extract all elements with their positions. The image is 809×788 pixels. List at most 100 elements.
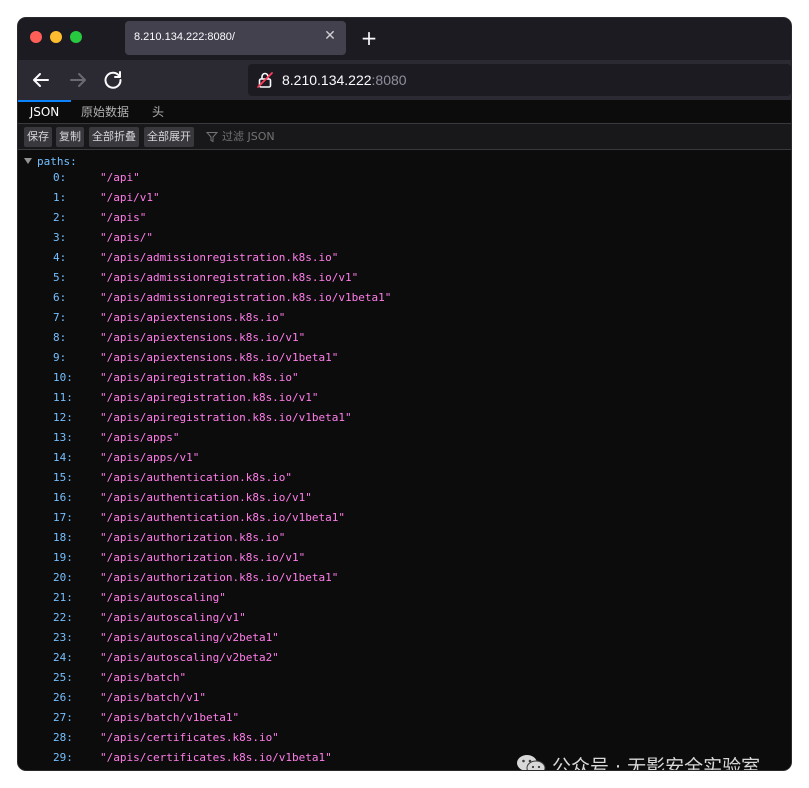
insecure-lock-icon[interactable]: [256, 71, 274, 89]
json-array-item[interactable]: 23: "/apis/autoscaling/v2beta1": [18, 628, 791, 648]
array-index: 0:: [53, 171, 67, 184]
json-array-item[interactable]: 20: "/apis/authorization.k8s.io/v1beta1": [18, 568, 791, 588]
json-array-item[interactable]: 21: "/apis/autoscaling": [18, 588, 791, 608]
plus-icon[interactable]: +: [358, 27, 380, 49]
watermark-text: 公众号 · 无影安全实验室: [552, 756, 761, 770]
array-index: 15:: [53, 471, 73, 484]
back-arrow-icon[interactable]: [29, 68, 53, 92]
json-array-item[interactable]: 16: "/apis/authentication.k8s.io/v1": [18, 488, 791, 508]
array-index: 8:: [53, 331, 67, 344]
json-array-item[interactable]: 5: "/apis/admissionregistration.k8s.io/v1…: [18, 268, 791, 288]
json-tree: paths: 0: "/api" 1: "/api/v1" 2: "/apis" 3: "/a…: [18, 150, 791, 770]
expand-all-button[interactable]: 全部展开: [144, 127, 194, 147]
tab-headers[interactable]: 头: [152, 100, 164, 124]
json-array-item[interactable]: 1: "/api/v1": [18, 188, 791, 208]
json-array-item[interactable]: 25: "/apis/batch": [18, 668, 791, 688]
json-array-item[interactable]: 9: "/apis/apiextensions.k8s.io/v1beta1": [18, 348, 791, 368]
string-value: "/apis/authorization.k8s.io/v1beta1": [100, 571, 339, 584]
json-array-item[interactable]: 26: "/apis/batch/v1": [18, 688, 791, 708]
url-host: 8.210.134.222: [282, 72, 372, 88]
array-index: 3:: [53, 231, 67, 244]
tab-bar: 8.210.134.222:8080/ ✕ +: [18, 18, 791, 60]
array-index: 23:: [53, 631, 73, 644]
json-array-item[interactable]: 11: "/apis/apiregistration.k8s.io/v1": [18, 388, 791, 408]
tab-json[interactable]: JSON: [18, 100, 71, 124]
json-array-item[interactable]: 13: "/apis/apps": [18, 428, 791, 448]
filter-placeholder: 过滤 JSON: [222, 130, 275, 143]
array-index: 29:: [53, 751, 73, 764]
filter-json-input[interactable]: 过滤 JSON: [206, 127, 406, 147]
json-array-item[interactable]: 6: "/apis/admissionregistration.k8s.io/v1…: [18, 288, 791, 308]
array-index: 12:: [53, 411, 73, 424]
string-value: "/apis/autoscaling": [100, 591, 226, 604]
array-index: 9:: [53, 351, 67, 364]
close-window-button[interactable]: [30, 31, 42, 43]
json-array-item[interactable]: 0: "/api": [18, 168, 791, 188]
json-array-item[interactable]: 24: "/apis/autoscaling/v2beta2": [18, 648, 791, 668]
json-array-item[interactable]: 14: "/apis/apps/v1": [18, 448, 791, 468]
string-value: "/apis/autoscaling/v2beta1": [100, 631, 279, 644]
string-value: "/apis/autoscaling/v1": [100, 611, 246, 624]
json-array-item[interactable]: 3: "/apis/": [18, 228, 791, 248]
string-value: "/apis/apps": [100, 431, 180, 444]
array-index: 21:: [53, 591, 73, 604]
string-value: "/apis/admissionregistration.k8s.io/v1be…: [100, 291, 392, 304]
copy-button[interactable]: 复制: [56, 127, 84, 147]
string-value: "/apis/authentication.k8s.io": [100, 471, 293, 484]
array-index: 13:: [53, 431, 73, 444]
tab-raw-data[interactable]: 原始数据: [81, 100, 129, 124]
string-value: "/apis/apiregistration.k8s.io": [100, 371, 299, 384]
json-array-item[interactable]: 8: "/apis/apiextensions.k8s.io/v1": [18, 328, 791, 348]
string-value: "/api/v1": [100, 191, 160, 204]
close-icon[interactable]: ✕: [322, 28, 338, 44]
string-value: "/apis/authentication.k8s.io/v1": [100, 491, 312, 504]
watermark: 公众号 · 无影安全实验室: [496, 740, 791, 770]
save-button[interactable]: 保存: [24, 127, 52, 147]
string-value: "/apis/certificates.k8s.io/v1beta1": [100, 751, 332, 764]
json-array-item[interactable]: 27: "/apis/batch/v1beta1": [18, 708, 791, 728]
string-value: "/apis/authentication.k8s.io/v1beta1": [100, 511, 346, 524]
json-array-item[interactable]: 18: "/apis/authorization.k8s.io": [18, 528, 791, 548]
json-array-item[interactable]: 2: "/apis": [18, 208, 791, 228]
array-index: 26:: [53, 691, 73, 704]
string-value: "/apis/apps/v1": [100, 451, 200, 464]
string-value: "/apis": [100, 211, 147, 224]
json-array-item[interactable]: 15: "/apis/authentication.k8s.io": [18, 468, 791, 488]
forward-arrow-icon[interactable]: [66, 68, 90, 92]
array-index: 17:: [53, 511, 73, 524]
minimize-window-button[interactable]: [50, 31, 62, 43]
json-array-item[interactable]: 10: "/apis/apiregistration.k8s.io": [18, 368, 791, 388]
string-value: "/apis/": [100, 231, 153, 244]
active-tab[interactable]: 8.210.134.222:8080/ ✕: [125, 21, 346, 55]
array-index: 22:: [53, 611, 73, 624]
string-value: "/apis/authorization.k8s.io": [100, 531, 286, 544]
json-array-item[interactable]: 17: "/apis/authentication.k8s.io/v1beta1": [18, 508, 791, 528]
url-port: :8080: [371, 72, 407, 88]
string-value: "/apis/apiextensions.k8s.io/v1": [100, 331, 306, 344]
array-index: 1:: [53, 191, 67, 204]
json-array-item[interactable]: 4: "/apis/admissionregistration.k8s.io": [18, 248, 791, 268]
string-value: "/apis/admissionregistration.k8s.io/v1": [100, 271, 359, 284]
address-bar[interactable]: 8.210.134.222:8080: [248, 64, 791, 96]
array-index: 5:: [53, 271, 67, 284]
json-array-item[interactable]: 19: "/apis/authorization.k8s.io/v1": [18, 548, 791, 568]
array-index: 11:: [53, 391, 73, 404]
array-index: 27:: [53, 711, 73, 724]
string-value: "/api": [100, 171, 140, 184]
string-value: "/apis/admissionregistration.k8s.io": [100, 251, 339, 264]
json-array-item[interactable]: 12: "/apis/apiregistration.k8s.io/v1beta1…: [18, 408, 791, 428]
zoom-window-button[interactable]: [70, 31, 82, 43]
array-index: 7:: [53, 311, 67, 324]
string-value: "/apis/apiextensions.k8s.io/v1beta1": [100, 351, 339, 364]
reload-icon[interactable]: [101, 68, 125, 92]
array-index: 16:: [53, 491, 73, 504]
collapse-all-button[interactable]: 全部折叠: [89, 127, 139, 147]
json-array-item[interactable]: 7: "/apis/apiextensions.k8s.io": [18, 308, 791, 328]
string-value: "/apis/batch/v1beta1": [100, 711, 240, 724]
browser-window: 8.210.134.222:8080/ ✕ + 8.210.134.222:80…: [18, 18, 791, 770]
navigation-bar: 8.210.134.222:8080: [18, 60, 791, 100]
json-array-item[interactable]: 22: "/apis/autoscaling/v1": [18, 608, 791, 628]
tab-title: 8.210.134.222:8080/: [134, 31, 235, 43]
viewer-tabs: JSON 原始数据 头: [18, 100, 791, 124]
expand-triangle-icon[interactable]: [24, 158, 32, 164]
